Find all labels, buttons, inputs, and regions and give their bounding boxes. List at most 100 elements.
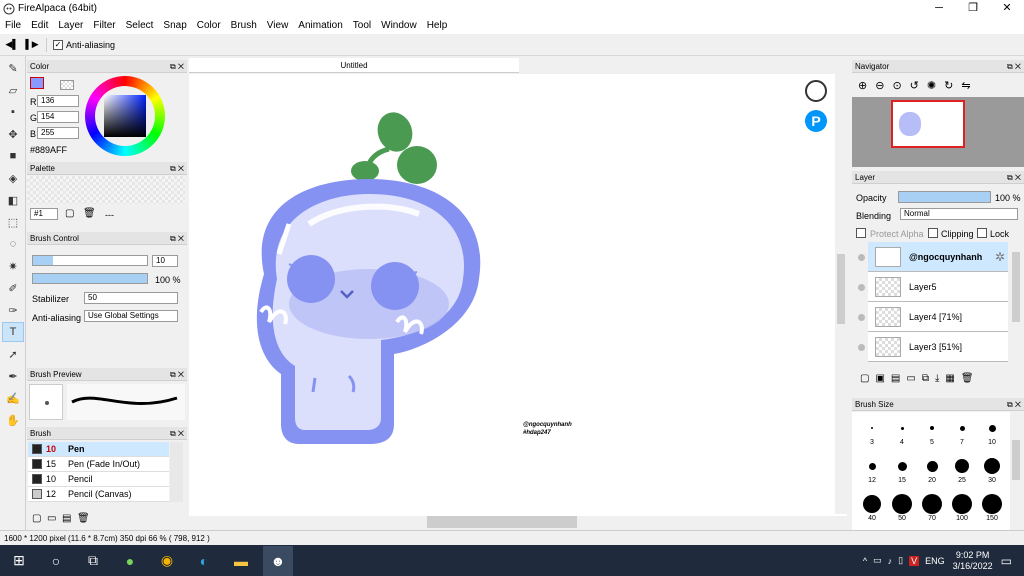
layer-visibility-icon[interactable] xyxy=(858,254,865,261)
brush-opacity-slider[interactable] xyxy=(32,273,148,284)
battery-icon[interactable]: ▯ xyxy=(898,555,903,566)
palette-swatches[interactable] xyxy=(27,176,185,204)
layer-row[interactable]: Layer5 xyxy=(868,272,1008,302)
menu-edit[interactable]: Edit xyxy=(26,20,53,31)
layer-opacity-slider[interactable] xyxy=(898,191,991,203)
lock-checkbox[interactable] xyxy=(977,228,987,238)
palette-set-select[interactable]: #1 xyxy=(30,208,58,220)
panel-close-icon[interactable]: ⧉ ✕ xyxy=(170,162,184,175)
panel-close-icon[interactable]: ⧉ ✕ xyxy=(1007,398,1021,411)
menu-color[interactable]: Color xyxy=(192,20,226,31)
layer-row[interactable]: Layer3 [51%] xyxy=(868,332,1008,362)
add-folder-icon[interactable]: ▭ xyxy=(906,373,921,384)
canvas[interactable]: @ngocquynhanh #hdap247 P xyxy=(189,74,847,516)
edge-icon[interactable]: ◐ xyxy=(189,546,219,576)
panel-close-icon[interactable]: ⧉ ✕ xyxy=(170,232,184,245)
delete-layer-icon[interactable]: 🗑 xyxy=(961,373,980,384)
layer-visibility-icon[interactable] xyxy=(858,284,865,291)
menu-snap[interactable]: Snap xyxy=(158,20,191,31)
firealpaca-taskbar-icon[interactable]: ☻ xyxy=(263,545,293,576)
menu-animation[interactable]: Animation xyxy=(293,20,347,31)
delete-palette-icon[interactable]: 🗑 xyxy=(83,208,96,219)
merge-layer-icon[interactable]: ⤓ xyxy=(935,373,945,384)
menu-file[interactable]: File xyxy=(0,20,26,31)
antivirus-icon[interactable]: V xyxy=(909,555,920,566)
stabilizer-select[interactable]: 50 xyxy=(84,292,178,304)
layer-row[interactable]: Layer4 [71%] xyxy=(868,302,1008,332)
brush-size-preset[interactable]: 15 xyxy=(887,455,917,484)
network-icon[interactable]: ▭ xyxy=(873,555,882,566)
add-1bit-layer-icon[interactable]: ▤ xyxy=(891,373,906,384)
menu-help[interactable]: Help xyxy=(422,20,453,31)
delete-brush-icon[interactable]: 🗑 xyxy=(77,513,90,524)
operation-tool-icon[interactable]: ➚ xyxy=(2,344,24,364)
app-taskbar-icon[interactable]: ● xyxy=(115,546,145,576)
menu-window[interactable]: Window xyxy=(376,20,422,31)
volume-icon[interactable]: ♪ xyxy=(888,556,893,566)
brush-size-preset[interactable]: 50 xyxy=(887,493,917,522)
brush-size-preset[interactable]: 25 xyxy=(947,455,977,484)
canvas-vertical-scrollbar[interactable] xyxy=(835,74,847,514)
fill-rect-tool-icon[interactable]: ■ xyxy=(2,146,24,166)
brush-size-preset[interactable]: 150 xyxy=(977,493,1007,522)
brush-size-preset[interactable]: 10 xyxy=(977,417,1007,446)
rotate-right-icon[interactable]: ↻ xyxy=(944,80,961,92)
alpaca-icon[interactable] xyxy=(805,80,827,102)
move-tool-icon[interactable]: ✥ xyxy=(2,124,24,144)
brush-item-pencil-canvas[interactable]: 12 Pencil (Canvas) xyxy=(28,487,169,502)
magic-wand-tool-icon[interactable]: ✷ xyxy=(2,256,24,276)
brush-size-preset[interactable]: 40 xyxy=(857,493,887,522)
brush-size-slider[interactable] xyxy=(32,255,148,266)
brush-size-preset[interactable]: 70 xyxy=(917,493,947,522)
task-view-icon[interactable]: ⧉ xyxy=(78,546,108,576)
add-8bit-layer-icon[interactable]: ▣ xyxy=(875,373,890,384)
menu-layer[interactable]: Layer xyxy=(53,20,88,31)
brush-item-pencil[interactable]: 10 Pencil xyxy=(28,472,169,487)
clipping-checkbox[interactable] xyxy=(928,228,938,238)
duplicate-layer-icon[interactable]: ⧉ xyxy=(922,373,935,384)
brush-size-scrollbar[interactable] xyxy=(1010,412,1022,528)
current-color-swatch[interactable] xyxy=(30,77,44,89)
rotate-left-icon[interactable]: ↺ xyxy=(910,80,927,92)
panel-close-icon[interactable]: ⧉ ✕ xyxy=(1007,60,1021,73)
brush-size-preset[interactable]: 3 xyxy=(857,417,887,446)
tray-chevron-icon[interactable]: ^ xyxy=(863,556,867,566)
eyedropper-tool-icon[interactable]: ✍ xyxy=(2,388,24,408)
divide-tool-icon[interactable]: ✒ xyxy=(2,366,24,386)
dot-tool-icon[interactable]: ▪ xyxy=(2,102,24,122)
rotate-reset-icon[interactable]: ✺ xyxy=(927,80,944,92)
brush-size-preset[interactable]: 12 xyxy=(857,455,887,484)
canvas-horizontal-scrollbar[interactable] xyxy=(189,516,835,528)
menu-view[interactable]: View xyxy=(262,20,294,31)
folder-icon[interactable]: ▭ xyxy=(47,513,56,524)
prev-frame-icon[interactable]: ◀▌ xyxy=(4,39,20,50)
panel-close-icon[interactable]: ⧉ ✕ xyxy=(170,368,184,381)
search-icon[interactable]: ○ xyxy=(41,546,71,576)
brush-item-pen[interactable]: 10 Pen xyxy=(28,442,169,457)
file-explorer-icon[interactable]: ▬ xyxy=(226,546,256,576)
language-indicator[interactable]: ENG xyxy=(925,556,945,566)
flip-icon[interactable]: ⇋ xyxy=(961,80,978,92)
clear-layer-icon[interactable]: ▦ xyxy=(945,373,960,384)
menu-select[interactable]: Select xyxy=(121,20,159,31)
tab-untitled[interactable]: Untitled xyxy=(189,58,519,73)
secondary-color-swatch[interactable] xyxy=(60,80,74,90)
add-palette-icon[interactable]: ▢ xyxy=(65,208,74,219)
blue-input[interactable]: 255 xyxy=(37,127,79,139)
layer-visibility-icon[interactable] xyxy=(858,344,865,351)
zoom-in-icon[interactable]: ⊕ xyxy=(858,80,875,92)
layer-list-scrollbar[interactable] xyxy=(1010,242,1022,368)
close-button[interactable]: ✕ xyxy=(990,0,1024,17)
zoom-out-icon[interactable]: ⊖ xyxy=(875,80,892,92)
menu-brush[interactable]: Brush xyxy=(226,20,262,31)
pen-tool-icon[interactable]: ✎ xyxy=(2,58,24,78)
select-tool-icon[interactable]: ⬚ xyxy=(2,212,24,232)
next-frame-icon[interactable]: ▌▶ xyxy=(24,39,40,50)
gradient-tool-icon[interactable]: ◧ xyxy=(2,190,24,210)
bucket-tool-icon[interactable]: ◈ xyxy=(2,168,24,188)
brush-size-preset[interactable]: 30 xyxy=(977,455,1007,484)
brush-size-preset[interactable]: 100 xyxy=(947,493,977,522)
navigator-preview[interactable] xyxy=(852,97,1024,167)
red-input[interactable]: 136 xyxy=(37,95,79,107)
chrome-icon[interactable]: ◉ xyxy=(152,546,182,576)
